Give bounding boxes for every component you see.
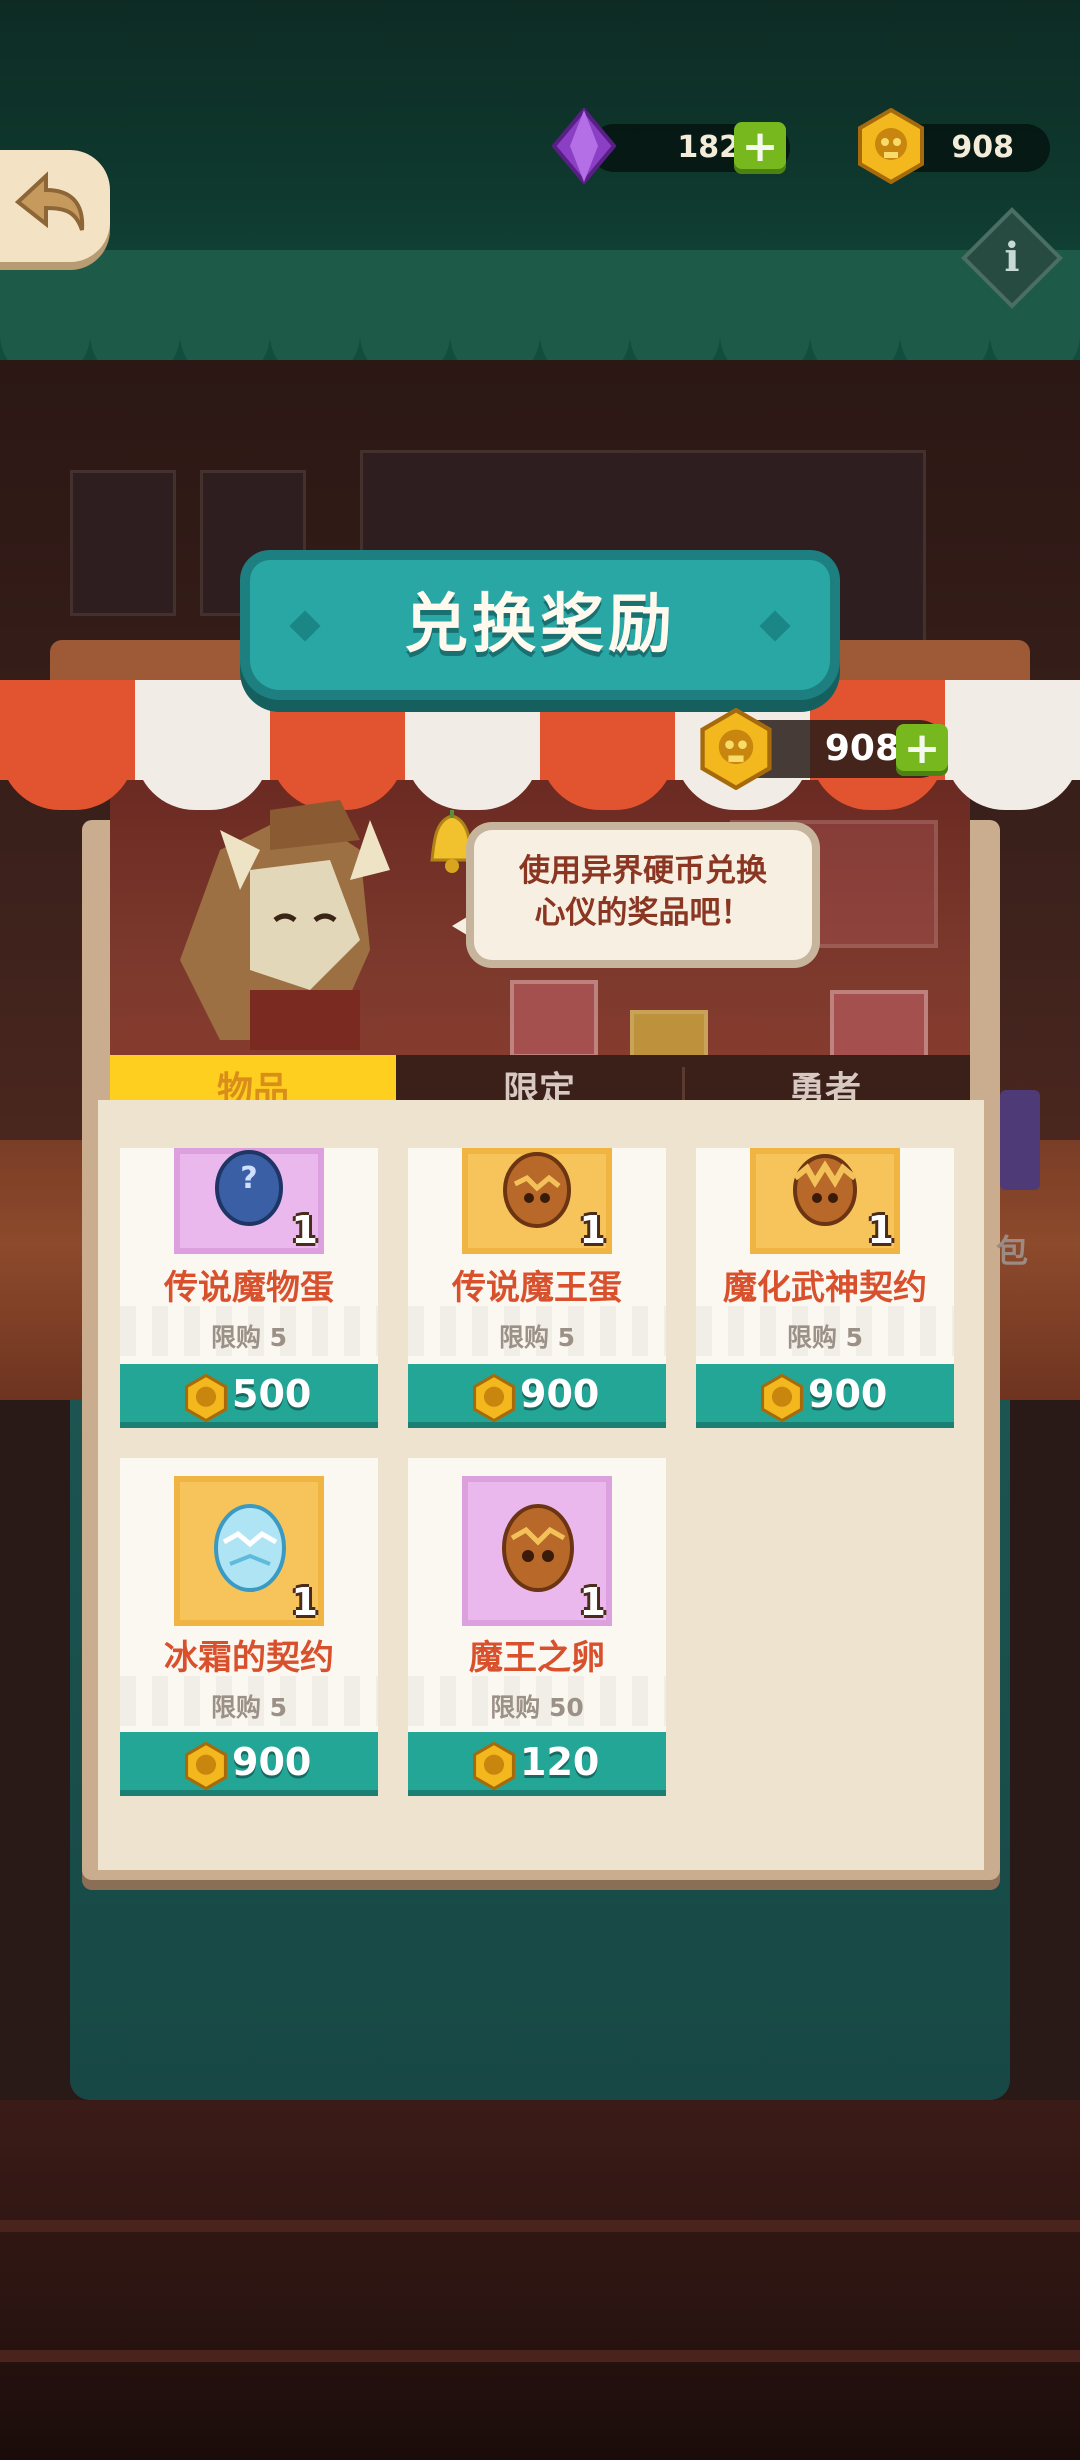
back-button[interactable] bbox=[0, 150, 110, 262]
item-icon-frame: 1 bbox=[462, 1476, 612, 1626]
item-purchase-limit: 限购 5 bbox=[210, 1323, 288, 1352]
info-icon: i bbox=[1004, 234, 1020, 281]
skull-coin-icon bbox=[858, 108, 924, 184]
item-name: 魔王之卵 bbox=[469, 1638, 605, 1678]
gem-count: 182 bbox=[677, 130, 740, 165]
floor bbox=[0, 2100, 1080, 2460]
blue-mystery-egg-icon: ? bbox=[215, 1150, 283, 1226]
add-coins-button[interactable]: + bbox=[896, 724, 948, 776]
item-price-button[interactable]: 900 bbox=[120, 1732, 378, 1796]
item-icon-frame: 1 bbox=[174, 1476, 324, 1626]
bell-icon bbox=[430, 810, 474, 873]
demon-egg-icon bbox=[502, 1504, 574, 1592]
scene-tile bbox=[510, 980, 598, 1058]
item-price-button[interactable]: 120 bbox=[408, 1732, 666, 1796]
wall-frame bbox=[70, 470, 176, 616]
skull-coin-icon bbox=[760, 1374, 804, 1422]
skull-coin-icon bbox=[472, 1742, 516, 1790]
item-purchase-limit: 限购 5 bbox=[498, 1323, 576, 1352]
item-price: 500 bbox=[232, 1372, 312, 1416]
shop-coin-count: 908 bbox=[824, 728, 900, 769]
item-price: 120 bbox=[520, 1740, 600, 1784]
item-price: 900 bbox=[232, 1740, 312, 1784]
awning-stripe bbox=[945, 750, 1080, 810]
item-icon-frame: 1 bbox=[462, 1148, 612, 1254]
purple-gem-icon bbox=[552, 108, 616, 184]
coin-count: 908 bbox=[951, 130, 1014, 165]
back-arrow-icon bbox=[14, 171, 85, 231]
item-name: 传说魔王蛋 bbox=[452, 1268, 622, 1308]
item-price: 900 bbox=[808, 1372, 888, 1416]
item-price-button[interactable]: 500 bbox=[120, 1364, 378, 1428]
awning-stripe bbox=[540, 750, 675, 810]
item-purchase-limit: 限购 5 bbox=[786, 1323, 864, 1352]
item-quantity: 1 bbox=[867, 1208, 894, 1252]
item-quantity: 1 bbox=[291, 1580, 318, 1624]
item-quantity: 1 bbox=[579, 1580, 606, 1624]
item-name: 冰霜的契约 bbox=[164, 1638, 334, 1678]
skull-coin-icon bbox=[700, 708, 772, 790]
shop-item-card[interactable]: 1 魔王之卵 限购 50 120 bbox=[408, 1458, 666, 1796]
plus-icon: + bbox=[903, 723, 941, 774]
item-quantity: 1 bbox=[579, 1208, 606, 1252]
skull-coin-icon bbox=[184, 1374, 228, 1422]
awning-stripe bbox=[0, 750, 135, 810]
add-gems-button[interactable]: + bbox=[734, 122, 786, 174]
title-banner: 兑换奖励 bbox=[250, 560, 830, 690]
floor-plank bbox=[0, 2220, 1080, 2232]
floor-plank bbox=[0, 2350, 1080, 2362]
shop-item-card[interactable]: ? 1 传说魔物蛋 限购 5 500 bbox=[120, 1148, 378, 1428]
speech-text: 使用异界硬币兑换 心仪的奖品吧！ bbox=[519, 853, 767, 931]
item-price-button[interactable]: 900 bbox=[408, 1364, 666, 1428]
shopkeeper-character bbox=[180, 800, 390, 1050]
item-icon-frame: 1 bbox=[750, 1148, 900, 1254]
speech-bubble: 使用异界硬币兑换 心仪的奖品吧！ bbox=[474, 830, 812, 960]
demon-war-god-egg-icon bbox=[793, 1154, 857, 1226]
svg-text:?: ? bbox=[240, 1161, 257, 1196]
frost-egg-icon bbox=[214, 1504, 286, 1592]
item-purchase-limit: 限购 5 bbox=[210, 1693, 288, 1722]
item-quantity: 1 bbox=[291, 1208, 318, 1252]
skull-coin-icon bbox=[184, 1742, 228, 1790]
shop-item-card[interactable]: 1 冰霜的契约 限购 5 900 bbox=[120, 1458, 378, 1796]
bag-label[interactable]: 包 bbox=[996, 1226, 1028, 1272]
item-icon-frame: ? 1 bbox=[174, 1148, 324, 1254]
plus-icon: + bbox=[741, 121, 779, 172]
skull-coin-icon bbox=[472, 1374, 516, 1422]
item-price-button[interactable]: 900 bbox=[696, 1364, 954, 1428]
demon-king-egg-icon bbox=[503, 1152, 571, 1228]
shop-item-card[interactable]: 1 传说魔王蛋 限购 5 900 bbox=[408, 1148, 666, 1428]
shop-title: 兑换奖励 bbox=[404, 588, 676, 662]
item-name: 传说魔物蛋 bbox=[164, 1268, 334, 1308]
shop-item-card[interactable]: 1 魔化武神契约 限购 5 900 bbox=[696, 1148, 954, 1428]
item-price: 900 bbox=[520, 1372, 600, 1416]
bag-icon[interactable] bbox=[1000, 1090, 1040, 1190]
item-purchase-limit: 限购 50 bbox=[490, 1693, 584, 1722]
item-name: 魔化武神契约 bbox=[723, 1268, 927, 1308]
